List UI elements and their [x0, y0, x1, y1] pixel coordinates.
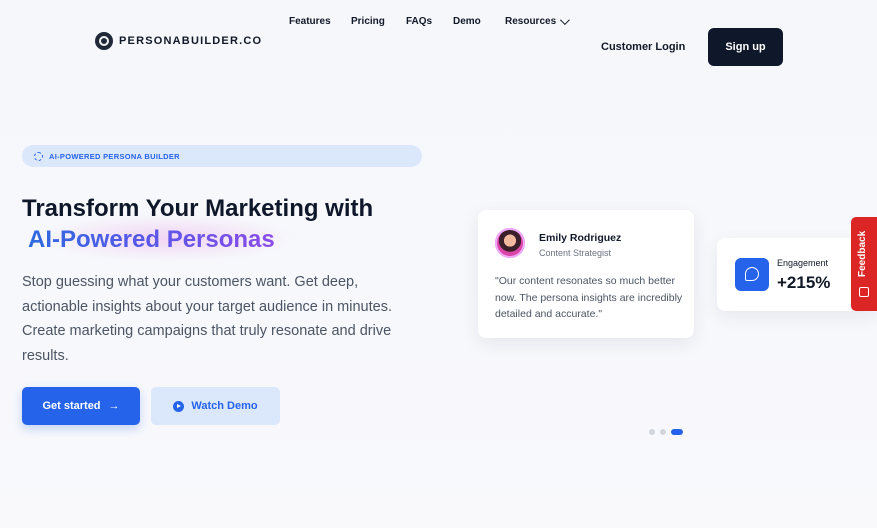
feedback-label: Feedback — [857, 230, 868, 277]
play-icon — [173, 400, 185, 412]
feedback-icon — [859, 287, 869, 297]
carousel-dot[interactable] — [660, 429, 666, 435]
hero-badge-text: AI-POWERED PERSONA BUILDER — [49, 151, 180, 161]
hero-description: Stop guessing what your customers want. … — [22, 274, 392, 364]
nav-item-features[interactable]: Features — [289, 16, 331, 27]
testimonial-role: Content Strategist — [539, 248, 612, 258]
chat-icon — [735, 258, 769, 291]
testimonial-name: Emily Rodriguez — [539, 232, 622, 244]
signup-button[interactable]: Sign up — [708, 28, 783, 66]
feedback-tab[interactable]: Feedback — [851, 217, 877, 311]
chevron-down-icon — [560, 15, 571, 26]
carousel-dots — [649, 429, 683, 435]
nav-item-demo[interactable]: Demo — [453, 16, 481, 27]
arrow-right-icon: → — [108, 400, 120, 412]
testimonial-card: Emily Rodriguez Content Strategist "Our … — [478, 210, 694, 338]
hero-title-accent: AI-Powered Personas — [28, 226, 275, 253]
customer-login-link[interactable]: Customer Login — [601, 41, 685, 53]
sparkle-icon — [34, 151, 43, 161]
carousel-dot[interactable] — [649, 429, 655, 435]
testimonial-quote: "Our content resonates so much better no… — [495, 275, 683, 320]
nav-item-faqs[interactable]: FAQs — [406, 16, 432, 27]
brand-name: PERSONABUILDER.CO — [119, 35, 263, 47]
watch-demo-label: Watch Demo — [191, 400, 258, 412]
get-started-button[interactable]: Get started → — [22, 387, 140, 425]
carousel-dot-active[interactable] — [671, 429, 683, 435]
brand-logo[interactable]: PERSONABUILDER.CO — [95, 32, 262, 50]
engagement-value: +215% — [777, 273, 831, 292]
nav-item-resources-label: Resources — [505, 16, 557, 27]
watch-demo-button[interactable]: Watch Demo — [151, 387, 280, 425]
hero-badge: AI-POWERED PERSONA BUILDER — [22, 145, 422, 167]
nav-item-resources[interactable]: Resources — [505, 15, 571, 27]
avatar — [495, 228, 525, 258]
get-started-label: Get started — [42, 400, 101, 412]
logo-icon — [95, 32, 113, 50]
nav-item-pricing[interactable]: Pricing — [351, 16, 385, 27]
engagement-label: Engagement — [777, 258, 829, 268]
